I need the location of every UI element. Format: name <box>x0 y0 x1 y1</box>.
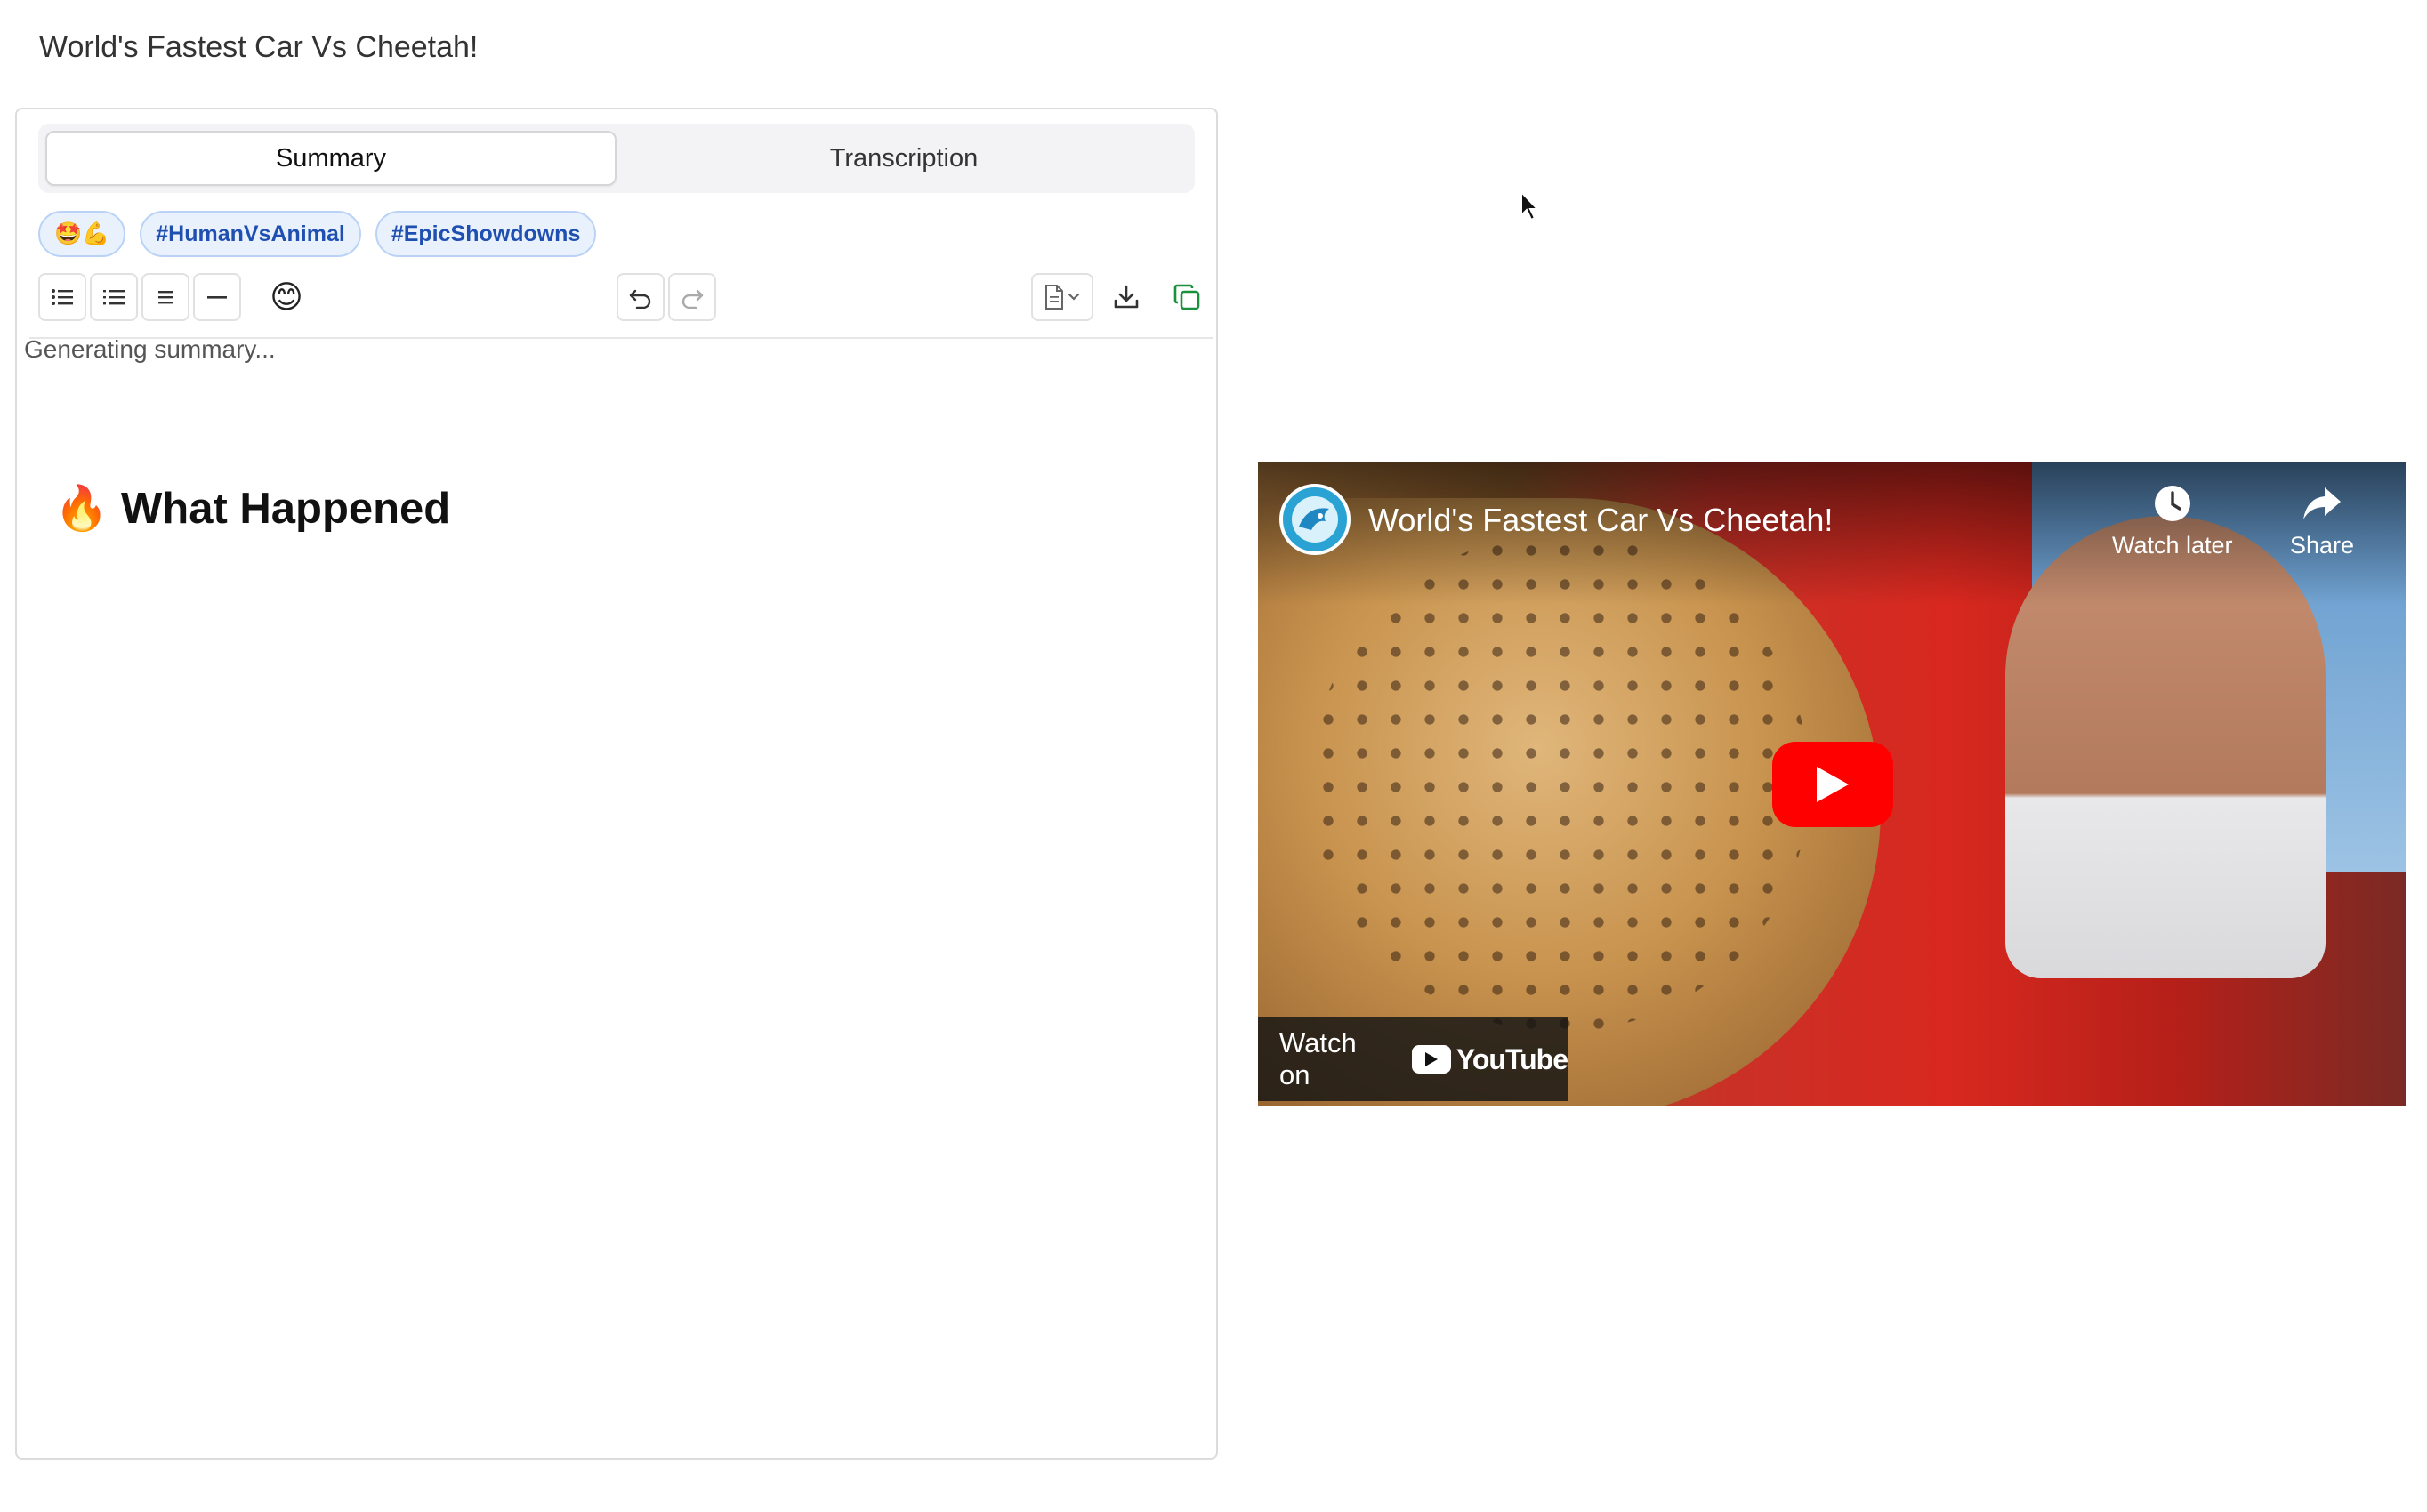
align-button[interactable] <box>141 273 189 321</box>
youtube-play-icon <box>1411 1045 1451 1074</box>
video-title[interactable]: World's Fastest Car Vs Cheetah! <box>1368 502 1833 539</box>
download-icon <box>1114 285 1139 309</box>
bulleted-list-button[interactable] <box>38 273 86 321</box>
tag-epic-showdowns[interactable]: #EpicShowdowns <box>375 211 597 257</box>
channel-avatar[interactable] <box>1279 484 1351 555</box>
share-label: Share <box>2290 532 2355 559</box>
download-button[interactable] <box>1102 273 1150 321</box>
emoji-button[interactable]: 😊 <box>262 273 310 321</box>
summary-panel: Summary Transcription 🤩💪 #HumanVsAnimal … <box>15 108 1218 1460</box>
generating-status: Generating summary... <box>24 335 276 363</box>
tag-human-vs-animal[interactable]: #HumanVsAnimal <box>140 211 361 257</box>
align-icon <box>158 291 173 304</box>
tab-summary[interactable]: Summary <box>45 131 617 186</box>
emoji-icon: 😊 <box>270 278 303 315</box>
redo-button[interactable] <box>668 273 716 321</box>
share-arrow-icon <box>2303 487 2342 519</box>
redo-icon <box>681 289 704 309</box>
youtube-embed[interactable]: World's Fastest Car Vs Cheetah! Watch la… <box>1258 462 2406 1106</box>
numbered-list-button[interactable] <box>90 273 138 321</box>
editor-toolbar: 😊 <box>29 268 1213 339</box>
watch-on-label: Watch on <box>1279 1027 1357 1090</box>
share-button[interactable]: Share <box>2290 484 2354 559</box>
document-template-icon <box>1045 285 1080 310</box>
fire-icon: 🔥 <box>54 485 109 533</box>
copy-button[interactable] <box>1163 273 1211 321</box>
mouse-cursor-icon <box>1520 190 1540 221</box>
tag-list: 🤩💪 #HumanVsAnimal #EpicShowdowns <box>38 211 597 257</box>
youtube-logo: YouTube <box>1411 1042 1568 1076</box>
channel-logo-icon <box>1292 496 1338 543</box>
play-button[interactable] <box>1772 742 1893 827</box>
summary-heading-text: What Happened <box>121 484 451 533</box>
clock-icon <box>2154 486 2190 521</box>
horizontal-rule-icon <box>207 296 227 299</box>
numbered-list-icon <box>103 290 125 305</box>
tab-transcription[interactable]: Transcription <box>620 131 1188 186</box>
undo-icon <box>629 289 651 309</box>
youtube-wordmark: YouTube <box>1455 1042 1568 1075</box>
document-template-button[interactable] <box>1031 273 1093 321</box>
tab-bar: Summary Transcription <box>38 124 1195 193</box>
thumbnail-cheetah-spots <box>1311 534 1810 1032</box>
copy-icon <box>1173 284 1200 310</box>
tag-emoji[interactable]: 🤩💪 <box>38 211 126 257</box>
horizontal-rule-button[interactable] <box>193 273 241 321</box>
undo-button[interactable] <box>617 273 665 321</box>
watch-later-label: Watch later <box>2112 532 2233 559</box>
watch-later-button[interactable]: Watch later <box>2112 484 2233 559</box>
summary-heading: 🔥 What Happened <box>54 483 450 534</box>
watch-on-youtube-button[interactable]: Watch on YouTube <box>1258 1017 1568 1101</box>
play-icon <box>1817 767 1849 802</box>
page-title: World's Fastest Car Vs Cheetah! <box>39 30 479 64</box>
bulleted-list-icon <box>52 289 73 305</box>
